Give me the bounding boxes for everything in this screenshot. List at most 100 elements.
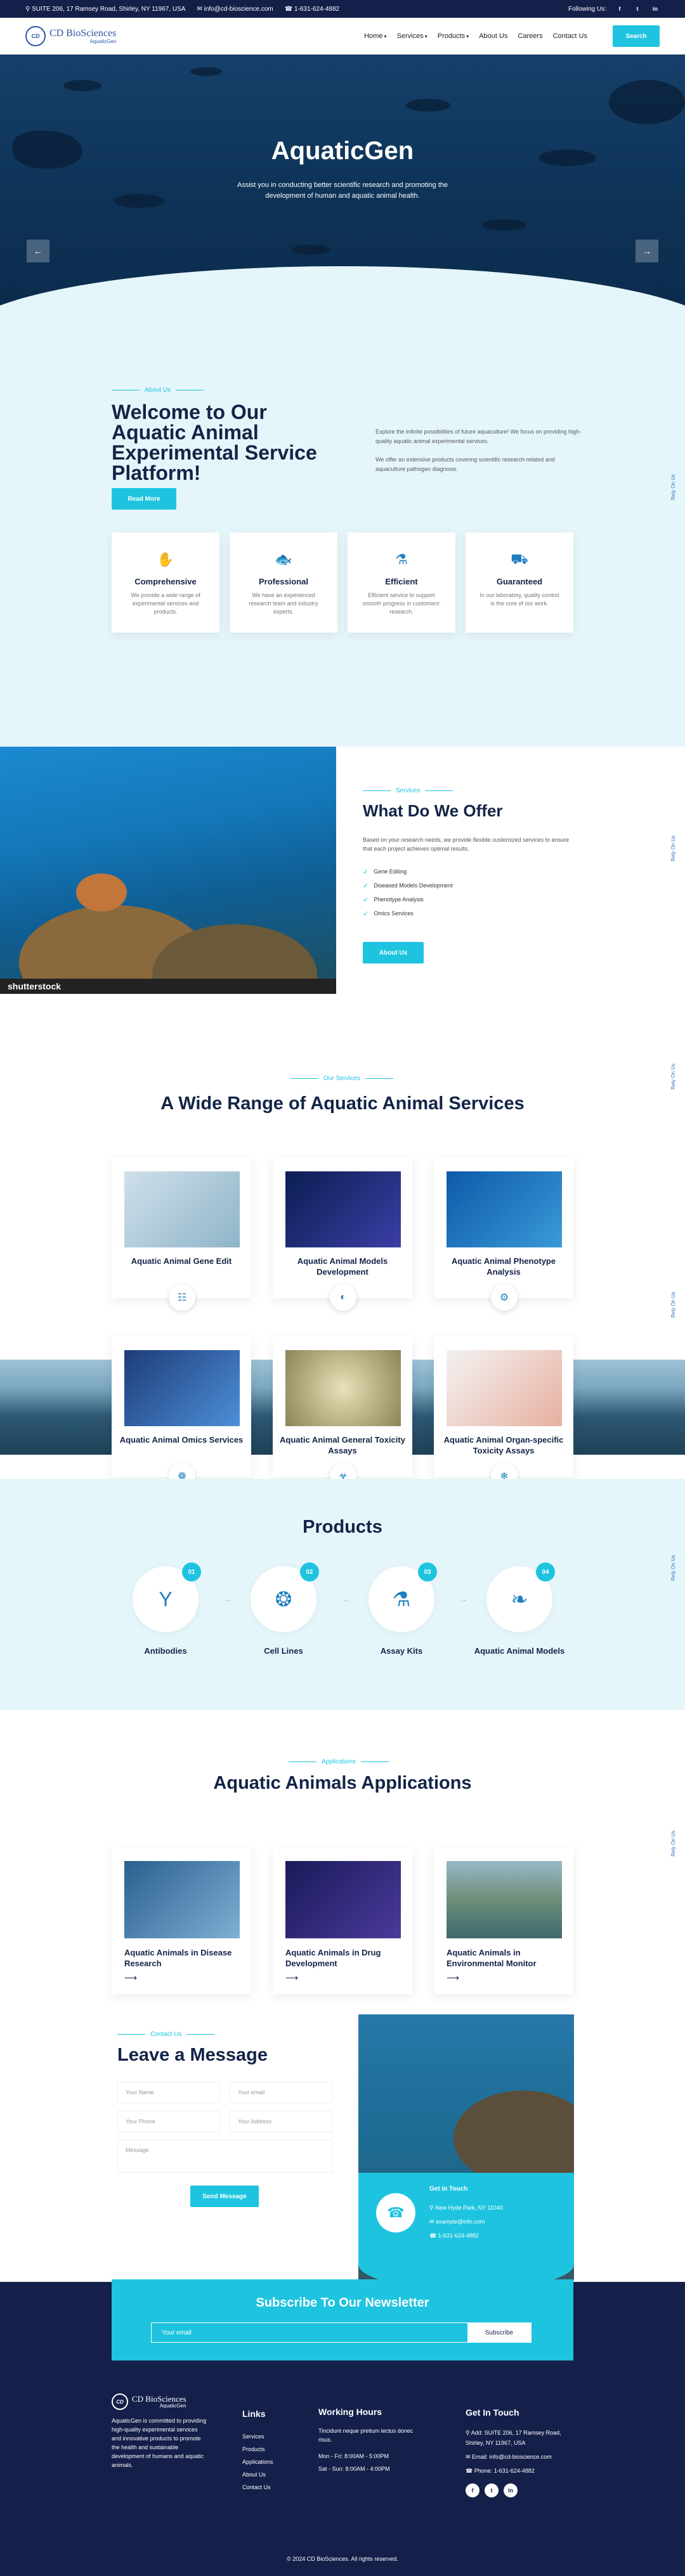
search-button[interactable]: Search xyxy=(613,25,660,47)
twitter-icon[interactable]: t xyxy=(485,2483,499,2497)
subscribe-button[interactable]: Subscribe xyxy=(467,2323,531,2342)
prev-slide-arrow-icon[interactable]: ← xyxy=(27,240,49,262)
product-number: 03 xyxy=(418,1562,437,1581)
feature-card: 🐟 Professional We have an experienced re… xyxy=(230,532,337,633)
main-nav: Home ▾ Services ▾ Products ▾ About Us Caree… xyxy=(364,25,660,47)
hours-text: Tincidunt neque pretium lectus donec ris… xyxy=(318,2428,414,2443)
footer-link[interactable]: Contact Us xyxy=(242,2481,273,2494)
application-card[interactable]: Aquatic Animals in Drug Development ⟶ xyxy=(273,1847,412,1994)
address-field[interactable]: Your Address xyxy=(230,2111,332,2132)
main-header: CD CD BioSciences AquaticGen Home ▾ Servi… xyxy=(0,18,685,55)
coral-shape xyxy=(453,2090,574,2186)
product-item[interactable]: ❧ 04 Aquatic Animal Models xyxy=(472,1562,567,1656)
footer-logo-subtext: AquaticGen xyxy=(159,2403,186,2409)
apps-title: Aquatic Animals Applications xyxy=(213,1773,472,1793)
footer-phone-text: Phone: 1-631-624-4882 xyxy=(474,2468,535,2474)
message-field[interactable]: Message xyxy=(117,2140,332,2173)
service-image xyxy=(285,1171,401,1247)
phone-info[interactable]: ☎ 1-631-624-4882 xyxy=(285,6,339,13)
about-kicker-text: About Us xyxy=(145,387,171,394)
next-slide-arrow-icon[interactable]: → xyxy=(636,240,658,262)
service-title: Aquatic Animal Models Development xyxy=(297,1256,388,1277)
offer-title: What Do We Offer xyxy=(363,801,503,820)
service-card[interactable]: Aquatic Animal Gene Edit ☷ xyxy=(112,1157,251,1311)
chevron-down-icon: ▾ xyxy=(384,33,387,39)
nav-products[interactable]: Products xyxy=(438,32,465,40)
read-more-button[interactable]: Read More xyxy=(112,488,176,510)
shutterstock-watermark: shutterstock xyxy=(0,979,336,994)
service-card[interactable]: Aquatic Animal Organ-specific Toxicity A… xyxy=(434,1336,573,1490)
arrow-right-icon[interactable]: ⟶ xyxy=(447,1973,459,1983)
footer-email[interactable]: ✉ Email: info@cd-bioscience.com xyxy=(466,2452,580,2462)
about-desc-1: Explore the infinite possibilities of fu… xyxy=(375,428,582,444)
list-item-label: Omics Services xyxy=(374,910,414,917)
nav-services[interactable]: Services xyxy=(397,32,424,40)
phone-field[interactable]: Your Phone xyxy=(117,2111,220,2132)
logo-subtext: AquaticGen xyxy=(89,38,117,44)
footer-link[interactable]: Products xyxy=(242,2443,273,2456)
email-field[interactable]: Your email xyxy=(230,2082,332,2103)
panel-email[interactable]: ✉ example@info.com xyxy=(429,2215,503,2229)
bottle-icon: ⚗ xyxy=(395,551,408,567)
arrow-right-icon[interactable]: ⟶ xyxy=(124,1973,137,1983)
twitter-icon[interactable]: t xyxy=(633,4,642,13)
footer-social: f t in xyxy=(466,2483,580,2497)
feature-card: ⚗ Efficient Efficient service to support… xyxy=(348,532,455,633)
product-item[interactable]: ⚗ 03 Assay Kits xyxy=(354,1562,449,1656)
service-title: Aquatic Animal Phenotype Analysis xyxy=(451,1256,556,1277)
footer-link[interactable]: About Us xyxy=(242,2468,273,2481)
email-info[interactable]: ✉ info@cd-bioscience.com xyxy=(197,6,273,13)
send-message-button[interactable]: Send Message xyxy=(190,2186,259,2207)
service-card[interactable]: Aquatic Animal Models Development ◐ xyxy=(273,1157,412,1311)
offer-kicker-text: Services xyxy=(396,787,421,794)
linkedin-icon[interactable]: in xyxy=(504,2483,518,2497)
product-item[interactable]: ❂ 02 Cell Lines xyxy=(236,1562,331,1656)
site-logo[interactable]: CD CD BioSciences AquaticGen xyxy=(25,26,116,46)
service-image xyxy=(447,1171,562,1247)
cell-icon: ❂ 02 xyxy=(251,1562,319,1632)
footer-phone[interactable]: ☎ Phone: 1-631-624-4882 xyxy=(466,2466,580,2476)
fish-shape xyxy=(292,245,330,255)
feature-title: Guaranteed xyxy=(496,577,543,586)
check-icon: ✓ xyxy=(363,868,369,876)
panel-email-text: example@info.com xyxy=(436,2219,485,2225)
phone-text: 1-631-624-4882 xyxy=(294,5,340,13)
nav-home[interactable]: Home xyxy=(364,32,382,40)
service-card[interactable]: Aquatic Animal Omics Services ❁ xyxy=(112,1336,251,1490)
about-desc: Explore the infinite possibilities of fu… xyxy=(375,427,585,474)
nav-contact[interactable]: Contact Us xyxy=(553,32,587,40)
nav-about[interactable]: About Us xyxy=(479,32,507,40)
panel-phone[interactable]: ☎ 1-631-624-4882 xyxy=(429,2229,503,2243)
footer-logo[interactable]: CD CD BioSciences AquaticGen xyxy=(112,2393,186,2410)
top-bar: ⚲ SUITE 206, 17 Ramsey Road, Shirley, NY… xyxy=(0,0,685,18)
contact-title: Leave a Message xyxy=(117,2045,268,2065)
application-card[interactable]: Aquatic Animals in Environmental Monitor… xyxy=(434,1847,573,1994)
application-card[interactable]: Aquatic Animals in Disease Research ⟶ xyxy=(112,1847,251,1994)
application-image xyxy=(124,1861,240,1938)
side-note: Rely On Us xyxy=(670,1831,676,1857)
facebook-icon[interactable]: f xyxy=(466,2483,480,2497)
linkedin-icon[interactable]: in xyxy=(651,4,660,13)
antibody-icon: Y 01 xyxy=(133,1562,201,1632)
arrow-right-icon[interactable]: ⟶ xyxy=(285,1973,298,1983)
about-us-button[interactable]: About Us xyxy=(363,942,424,963)
newsletter-email-input[interactable]: Your email xyxy=(152,2323,467,2342)
nav-careers[interactable]: Careers xyxy=(518,32,542,40)
fish-shape xyxy=(609,80,685,124)
footer-link[interactable]: Services xyxy=(242,2430,273,2443)
side-note: Rely On Us xyxy=(670,1555,676,1581)
footer-link[interactable]: Applications xyxy=(242,2456,273,2468)
facebook-icon[interactable]: f xyxy=(615,4,624,13)
dna-model-icon: ❧ 04 xyxy=(486,1562,555,1632)
service-card[interactable]: Aquatic Animal General Toxicity Assays ☣ xyxy=(273,1336,412,1490)
panel-title: Get In Touch xyxy=(429,2186,468,2193)
contact-kicker-text: Contact Us xyxy=(150,2031,182,2038)
service-card[interactable]: Aquatic Animal Phenotype Analysis ⚙ xyxy=(434,1157,573,1311)
list-item: ✓ Diseased Models Development xyxy=(363,879,453,892)
chevron-down-icon: ▾ xyxy=(466,33,469,39)
products-title: Products xyxy=(303,1517,382,1537)
follow-label: Following Us: xyxy=(568,5,606,13)
product-number: 04 xyxy=(536,1562,555,1581)
name-field[interactable]: Your Name xyxy=(117,2082,220,2103)
product-item[interactable]: Y 01 Antibodies xyxy=(118,1562,213,1656)
